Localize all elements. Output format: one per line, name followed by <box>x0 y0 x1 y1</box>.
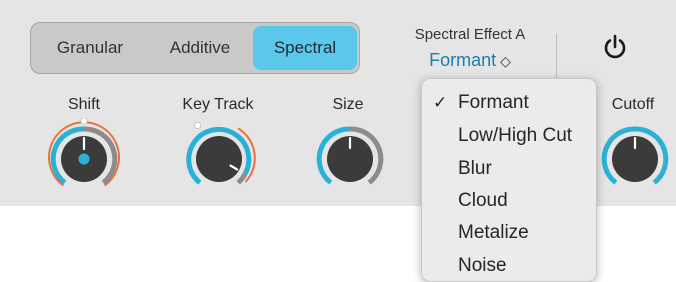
menu-item-formant[interactable]: ✓ Formant <box>422 87 598 119</box>
menu-item-blur[interactable]: Blur <box>422 153 598 185</box>
menu-item-low-high-cut[interactable]: Low/High Cut <box>422 120 598 152</box>
menu-item-label: Metalize <box>458 222 529 243</box>
spectral-effect-select[interactable]: Formant ◇ <box>408 50 532 71</box>
menu-item-noise[interactable]: Noise <box>422 250 598 282</box>
mode-granular-button[interactable]: Granular <box>35 26 145 70</box>
power-icon <box>604 34 626 59</box>
key-track-knob-label: Key Track <box>182 96 254 113</box>
cutoff-knob-label: Cutoff <box>611 96 655 113</box>
menu-item-label: Low/High Cut <box>458 125 573 146</box>
menu-item-metalize[interactable]: Metalize <box>422 217 598 249</box>
menu-item-label: Formant <box>458 92 529 113</box>
size-knob-label: Size <box>332 96 364 113</box>
mode-additive-button[interactable]: Additive <box>145 26 255 70</box>
key-track-knob[interactable] <box>178 118 260 200</box>
cutoff-knob[interactable] <box>594 118 676 200</box>
mode-selector: Granular Additive Spectral <box>30 22 360 74</box>
menu-item-label: Blur <box>458 158 492 179</box>
size-knob[interactable] <box>309 118 391 200</box>
menu-item-label: Cloud <box>458 190 508 211</box>
menu-item-cloud[interactable]: Cloud <box>422 185 598 217</box>
shift-knob-label: Shift <box>67 96 100 113</box>
checkmark-icon: ✓ <box>433 93 448 112</box>
spectral-effect-menu: ✓ Formant Low/High Cut Blur Cloud Metali… <box>421 78 597 282</box>
spectral-effect-value: Formant <box>429 50 497 70</box>
spectral-effect-title: Spectral Effect A <box>414 26 526 43</box>
menu-item-label: Noise <box>458 255 507 276</box>
power-button[interactable] <box>600 32 630 64</box>
mode-spectral-button[interactable]: Spectral <box>253 26 357 70</box>
updown-chevron-icon: ◇ <box>500 53 511 69</box>
shift-knob[interactable] <box>43 117 125 200</box>
